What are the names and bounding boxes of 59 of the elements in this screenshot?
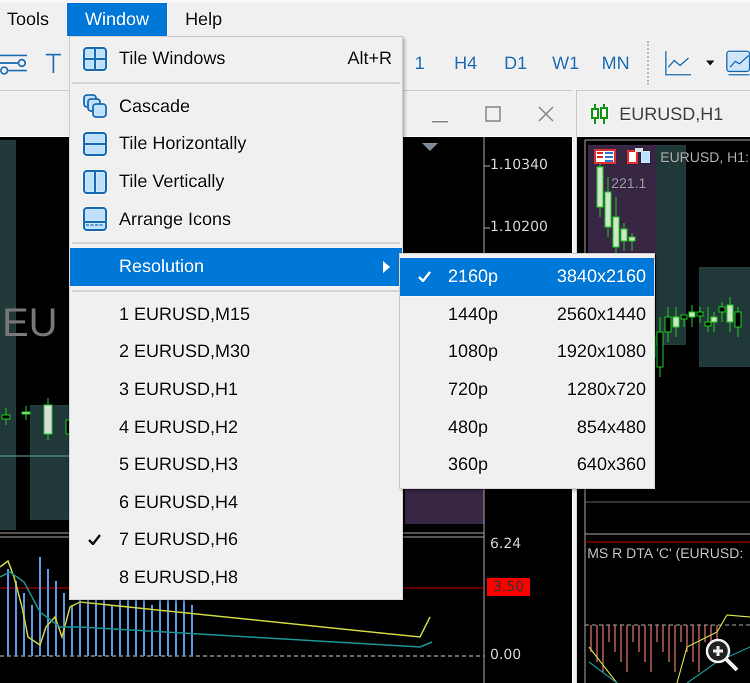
symbol-watermark: EU — [2, 301, 58, 346]
text-tool-icon[interactable] — [44, 51, 62, 75]
menu-item[interactable]: 8 EURUSD,H8 — [70, 558, 402, 596]
menu-item[interactable]: 2 EURUSD,M30 — [70, 333, 402, 371]
menu-item[interactable]: 6 EURUSD,H4 — [70, 484, 402, 522]
timeframe-button[interactable]: 1 — [414, 52, 441, 74]
candlestick-icon — [591, 104, 610, 124]
minimize-icon[interactable] — [432, 121, 448, 123]
zoom-in-icon[interactable] — [705, 638, 739, 672]
arrange-icons-icon — [82, 207, 106, 232]
timeframe-button[interactable]: H4 — [440, 52, 491, 74]
indicator-value: 6.24 — [489, 535, 522, 553]
timeframe-button[interactable]: D1 — [490, 52, 541, 74]
cascade-icon — [82, 94, 106, 118]
close-icon[interactable] — [538, 106, 554, 122]
menu-item[interactable]: 3 EURUSD,H1 — [70, 370, 402, 408]
menu-item[interactable]: 1 EURUSD,M15 — [70, 296, 402, 334]
menu-item[interactable]: 480p 854x480 — [400, 408, 654, 446]
symbol-label: EURUSD, H1: — [660, 149, 749, 165]
menu-item[interactable]: Tile Horizontally — [70, 125, 402, 163]
indicator-value: 0.00 — [489, 646, 522, 664]
submenu-arrow-icon — [383, 260, 390, 273]
menu-item[interactable]: Tools — [0, 3, 68, 36]
timeframe-button[interactable]: W1 — [540, 52, 591, 74]
candle — [44, 398, 52, 440]
timeframe-button[interactable]: MN — [590, 52, 641, 74]
chart-window-icon[interactable] — [726, 48, 750, 78]
level-label: 3.50 — [487, 578, 530, 596]
menu-item[interactable]: 720p 1280x720 — [400, 370, 654, 408]
marker-icon — [422, 143, 438, 151]
tile-horizontal-icon — [82, 132, 106, 156]
menu-item[interactable]: Resolution — [70, 248, 402, 286]
menu-item[interactable]: Cascade — [70, 88, 402, 126]
indicator-value: 221.1 — [611, 175, 646, 191]
price-label: 1.10340 — [490, 157, 548, 173]
menu-item[interactable]: Tile Windows Alt+R — [70, 40, 402, 78]
line-chart-icon[interactable] — [665, 48, 692, 78]
menu-item[interactable]: Arrange Icons — [70, 200, 402, 238]
maximize-icon[interactable] — [484, 106, 501, 122]
menu-item[interactable]: 2160p 3840x2160 — [400, 258, 654, 296]
menu-item[interactable]: 1440p 2560x1440 — [400, 296, 654, 334]
caret-icon[interactable] — [706, 60, 714, 66]
table-icon — [594, 149, 616, 164]
menu-item[interactable]: 7 EURUSD,H6 — [70, 521, 402, 559]
candle — [22, 406, 30, 420]
menu-item[interactable]: 4 EURUSD,H2 — [70, 408, 402, 446]
menu-item[interactable]: 360p 640x360 — [400, 446, 654, 484]
menu-item[interactable]: 5 EURUSD,H3 — [70, 446, 402, 484]
tile-icon — [82, 46, 106, 71]
candle — [2, 408, 10, 426]
menu-item[interactable]: Help — [167, 3, 240, 36]
menu-item[interactable]: Window — [67, 3, 168, 36]
window-title: EURUSD,H1 — [619, 104, 724, 124]
bar-chart-icon — [627, 148, 652, 164]
indicator-label: MS R DTA 'C' (EURUSD: — [587, 546, 744, 560]
menu-item[interactable]: Tile Vertically — [70, 162, 402, 200]
price-label: 1.10200 — [490, 219, 548, 235]
tile-vertical-icon — [82, 170, 106, 194]
menu-item[interactable]: 1080p 1920x1080 — [400, 333, 654, 371]
